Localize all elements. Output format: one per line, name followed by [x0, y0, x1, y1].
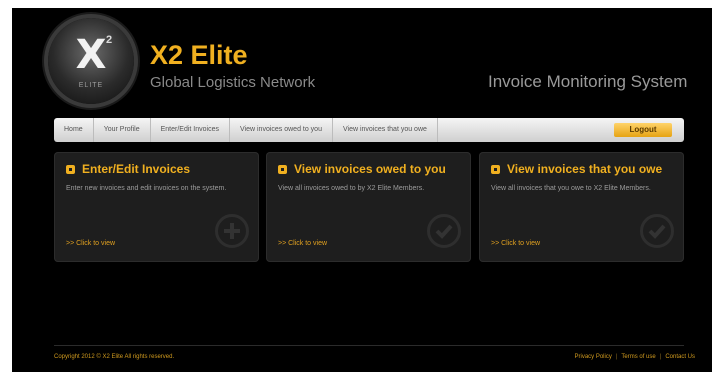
copyright-text: Copyright 2012 © X2 Elite All rights res…	[54, 354, 175, 360]
card-link[interactable]: >> Click to view	[278, 240, 327, 247]
nav-item-invoices-you-owe[interactable]: View invoices that you owe	[333, 118, 438, 142]
check-icon	[427, 214, 461, 248]
card-header: View invoices that you owe	[491, 162, 662, 176]
card-title: View invoices that you owe	[507, 162, 663, 176]
footer-separator: |	[615, 354, 618, 360]
card-title: Enter/Edit Invoices	[82, 162, 191, 176]
logo-mark: X	[75, 32, 107, 78]
brand-subtitle: Global Logistics Network	[150, 74, 316, 91]
check-icon	[640, 214, 674, 248]
bullet-icon	[491, 164, 500, 174]
nav-item-your-profile[interactable]: Your Profile	[94, 118, 151, 142]
nav-item-home[interactable]: Home	[54, 118, 94, 142]
logo-subtext: ELITE	[78, 82, 104, 89]
nav-item-enter-edit-invoices[interactable]: Enter/Edit Invoices	[151, 118, 230, 142]
card-title: View invoices owed to you	[294, 162, 446, 176]
footer-links: Privacy Policy | Terms of use | Contact …	[574, 354, 695, 360]
brand-title: X2 Elite	[150, 40, 248, 70]
card-header: Enter/Edit Invoices	[66, 162, 190, 176]
x2-elite-logo[interactable]: X 2 ELITE	[48, 18, 134, 104]
card-description: View all invoices that you owe to X2 Eli…	[491, 185, 651, 192]
card-header: View invoices owed to you	[278, 162, 446, 176]
card-description: View all invoices owed to by X2 Elite Me…	[278, 185, 425, 192]
main-nav: Home Your Profile Enter/Edit Invoices Vi…	[54, 118, 684, 142]
card-link[interactable]: >> Click to view	[491, 240, 540, 247]
nav-item-invoices-owed-to-you[interactable]: View invoices owed to you	[230, 118, 333, 142]
privacy-policy-link[interactable]: Privacy Policy	[574, 354, 611, 360]
card-invoices-owed-to-you[interactable]: View invoices owed to you View all invoi…	[266, 152, 471, 262]
footer-divider	[54, 345, 684, 346]
card-description: Enter new invoices and edit invoices on …	[66, 185, 227, 192]
card-invoices-you-owe[interactable]: View invoices that you owe View all invo…	[479, 152, 684, 262]
logo-superscript: 2	[106, 34, 113, 46]
terms-of-use-link[interactable]: Terms of use	[621, 354, 655, 360]
system-title: Invoice Monitoring System	[488, 72, 688, 91]
logout-button[interactable]: Logout	[614, 123, 672, 137]
bullet-icon	[66, 164, 75, 174]
bullet-icon	[278, 164, 287, 174]
card-link[interactable]: >> Click to view	[66, 240, 115, 247]
contact-us-link[interactable]: Contact Us	[665, 354, 695, 360]
card-enter-edit-invoices[interactable]: Enter/Edit Invoices Enter new invoices a…	[54, 152, 259, 262]
footer-separator: |	[659, 354, 662, 360]
plus-icon	[215, 214, 249, 248]
